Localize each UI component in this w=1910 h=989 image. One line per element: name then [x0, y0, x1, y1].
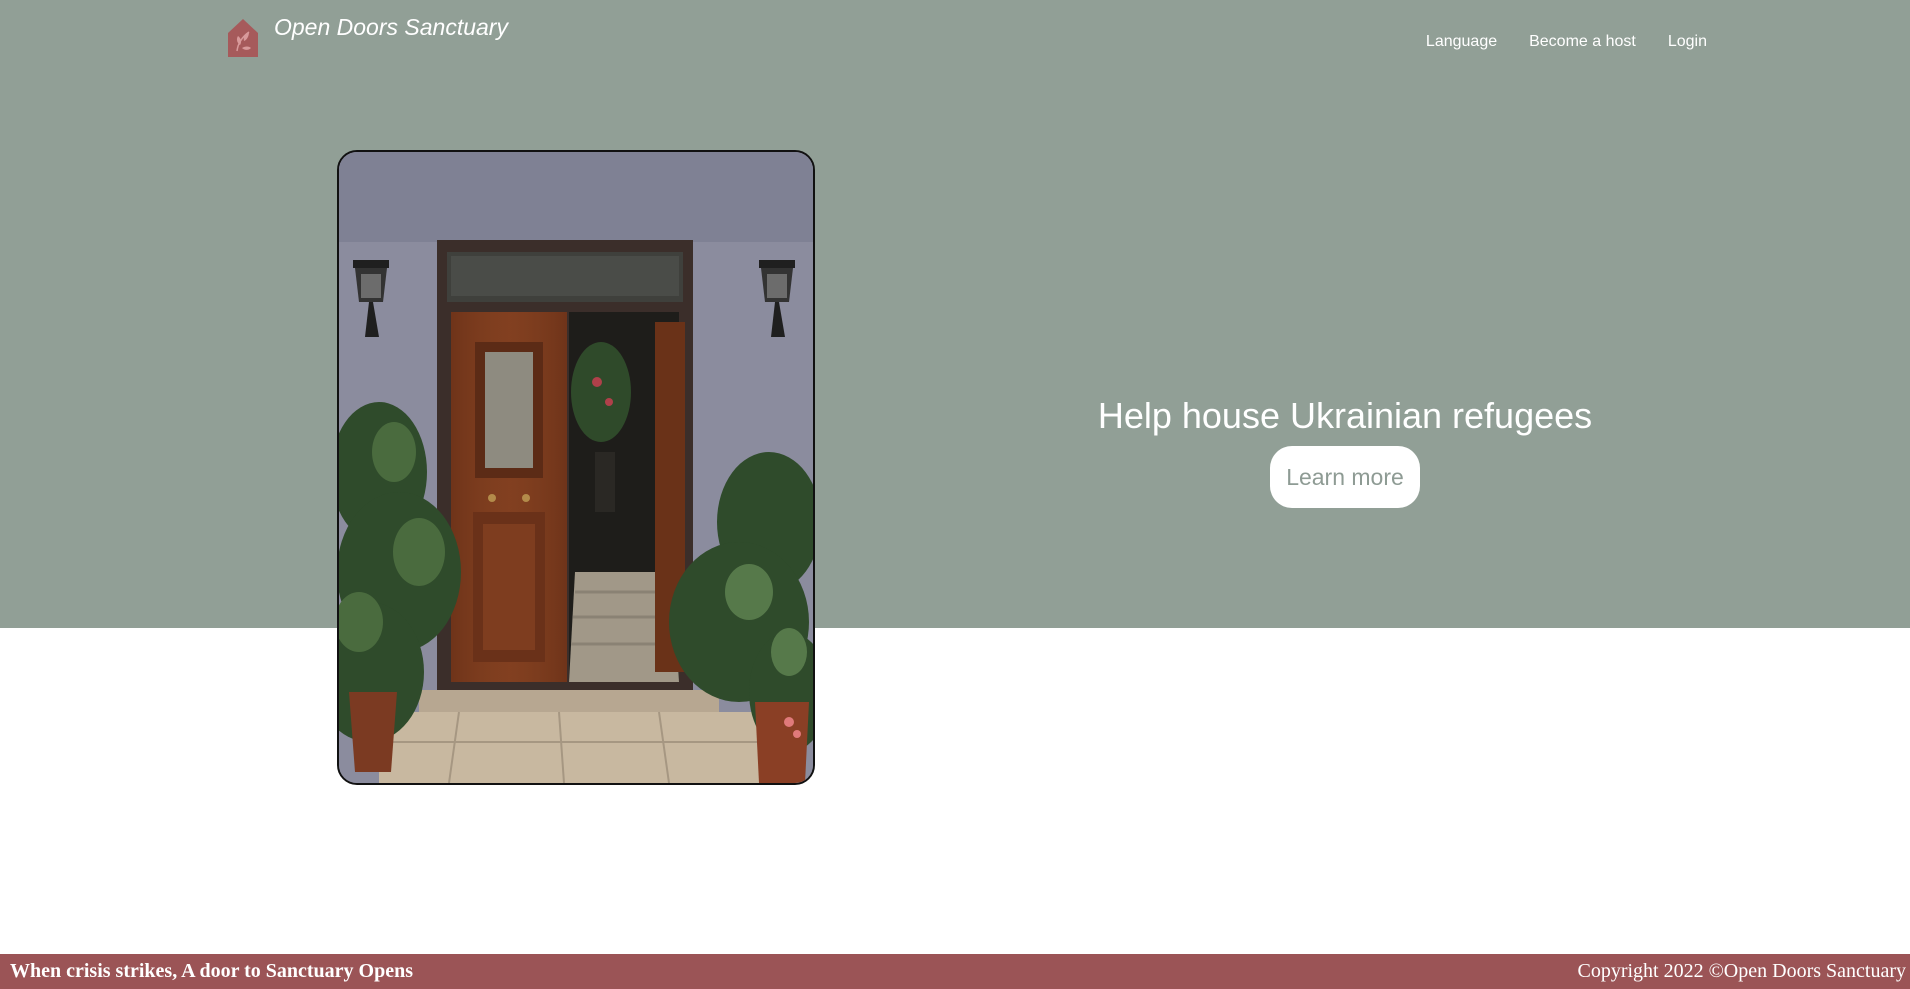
hero-headline: Help house Ukrainian refugees [1097, 395, 1593, 436]
learn-more-button[interactable]: Learn more [1270, 446, 1420, 508]
nav-become-host-link[interactable]: Become a host [1529, 32, 1636, 52]
hero-copy: Help house Ukrainian refugees Learn more [1010, 394, 1680, 508]
nav-language-link[interactable]: Language [1426, 32, 1497, 52]
footer-copyright: Copyright 2022 ©Open Doors Sanctuary [1577, 960, 1907, 982]
house-leaf-icon [228, 19, 258, 57]
brand[interactable]: Open Doors Sanctuary [226, 14, 508, 59]
brand-name[interactable]: Open Doors Sanctuary [274, 14, 508, 40]
open-wooden-door-photo [337, 150, 815, 785]
hero-section [0, 0, 1910, 628]
footer-tagline: When crisis strikes, A door to Sanctuary… [10, 960, 413, 982]
footer: When crisis strikes, A door to Sanctuary… [0, 954, 1910, 989]
nav-login-link[interactable]: Login [1668, 32, 1707, 52]
top-nav: Language Become a host Login [1426, 32, 1707, 52]
